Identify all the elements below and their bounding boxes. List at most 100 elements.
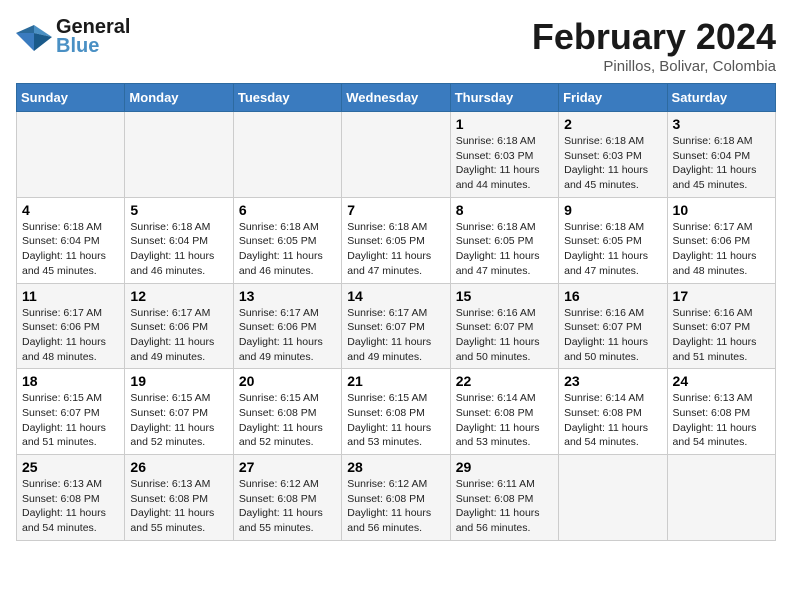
location: Pinillos, Bolivar, Colombia [532,58,776,75]
header-saturday: Saturday [667,84,775,112]
calendar-cell: 28 Sunrise: 6:12 AM Sunset: 6:08 PM Dayli… [342,455,450,541]
day-number: 26 [130,459,227,475]
calendar-cell [125,112,233,198]
calendar-cell [667,455,775,541]
day-info: Sunrise: 6:18 AM Sunset: 6:03 PM Dayligh… [456,134,553,193]
day-number: 22 [456,373,553,389]
header-sunday: Sunday [17,84,125,112]
month-year: February 2024 [532,16,776,58]
day-info: Sunrise: 6:12 AM Sunset: 6:08 PM Dayligh… [239,477,336,536]
day-info: Sunrise: 6:17 AM Sunset: 6:06 PM Dayligh… [22,306,119,365]
calendar-cell: 3 Sunrise: 6:18 AM Sunset: 6:04 PM Daylig… [667,112,775,198]
day-number: 24 [673,373,770,389]
day-number: 10 [673,202,770,218]
title-area: February 2024 Pinillos, Bolivar, Colombi… [532,16,776,75]
day-number: 16 [564,288,661,304]
calendar-cell: 23Sunrise: 6:14 AM Sunset: 6:08 PM Dayli… [559,369,667,455]
day-number: 9 [564,202,661,218]
day-info: Sunrise: 6:18 AM Sunset: 6:05 PM Dayligh… [456,220,553,279]
calendar-cell: 2 Sunrise: 6:18 AM Sunset: 6:03 PM Daylig… [559,112,667,198]
day-info: Sunrise: 6:11 AM Sunset: 6:08 PM Dayligh… [456,477,553,536]
calendar-week-3: 18 Sunrise: 6:15 AM Sunset: 6:07 PM Dayli… [17,369,776,455]
calendar-cell: 18Sunrise: 6:15 AM Sunset: 6:07 PM Dayli… [17,369,125,455]
day-info: Sunrise: 6:18 AM Sunset: 6:05 PM Dayligh… [347,220,444,279]
header-friday: Friday [559,84,667,112]
day-number: 11 [22,288,119,304]
calendar-cell: 15Sunrise: 6:16 AM Sunset: 6:07 PM Dayli… [450,283,558,369]
day-number: 25 [22,459,119,475]
day-number: 2 [564,116,661,132]
calendar-cell [559,455,667,541]
calendar-week-1: 4 Sunrise: 6:18 AM Sunset: 6:04 PM Daylig… [17,197,776,283]
day-number: 27 [239,459,336,475]
day-number: 7 [347,202,444,218]
day-number: 3 [673,116,770,132]
day-info: Sunrise: 6:18 AM Sunset: 6:04 PM Dayligh… [673,134,770,193]
calendar-cell: 16Sunrise: 6:16 AM Sunset: 6:07 PM Dayli… [559,283,667,369]
day-info: Sunrise: 6:17 AM Sunset: 6:06 PM Dayligh… [239,306,336,365]
calendar-cell: 14 Sunrise: 6:17 AM Sunset: 6:07 PM Dayli… [342,283,450,369]
day-number: 6 [239,202,336,218]
day-info: Sunrise: 6:18 AM Sunset: 6:05 PM Dayligh… [239,220,336,279]
calendar-cell: 17 Sunrise: 6:16 AM Sunset: 6:07 PM Dayli… [667,283,775,369]
calendar-week-2: 11 Sunrise: 6:17 AM Sunset: 6:06 PM Dayli… [17,283,776,369]
day-info: Sunrise: 6:12 AM Sunset: 6:08 PM Dayligh… [347,477,444,536]
day-number: 21 [347,373,444,389]
day-info: Sunrise: 6:13 AM Sunset: 6:08 PM Dayligh… [130,477,227,536]
calendar-cell: 13 Sunrise: 6:17 AM Sunset: 6:06 PM Dayli… [233,283,341,369]
day-info: Sunrise: 6:18 AM Sunset: 6:04 PM Dayligh… [22,220,119,279]
day-number: 18 [22,373,119,389]
day-info: Sunrise: 6:16 AM Sunset: 6:07 PM Dayligh… [673,306,770,365]
calendar-cell: 5 Sunrise: 6:18 AM Sunset: 6:04 PM Daylig… [125,197,233,283]
calendar-header-row: SundayMondayTuesdayWednesdayThursdayFrid… [17,84,776,112]
calendar-cell: 9 Sunrise: 6:18 AM Sunset: 6:05 PM Daylig… [559,197,667,283]
calendar-cell: 11 Sunrise: 6:17 AM Sunset: 6:06 PM Dayli… [17,283,125,369]
day-info: Sunrise: 6:17 AM Sunset: 6:07 PM Dayligh… [347,306,444,365]
day-info: Sunrise: 6:18 AM Sunset: 6:05 PM Dayligh… [564,220,661,279]
day-number: 1 [456,116,553,132]
calendar-week-0: 1 Sunrise: 6:18 AM Sunset: 6:03 PM Daylig… [17,112,776,198]
logo: General Blue [16,16,130,58]
header: General Blue February 2024 Pinillos, Bol… [16,16,776,75]
calendar-cell: 12Sunrise: 6:17 AM Sunset: 6:06 PM Dayli… [125,283,233,369]
day-info: Sunrise: 6:13 AM Sunset: 6:08 PM Dayligh… [22,477,119,536]
calendar-cell: 19 Sunrise: 6:15 AM Sunset: 6:07 PM Dayli… [125,369,233,455]
day-info: Sunrise: 6:14 AM Sunset: 6:08 PM Dayligh… [564,391,661,450]
day-number: 28 [347,459,444,475]
day-info: Sunrise: 6:16 AM Sunset: 6:07 PM Dayligh… [456,306,553,365]
logo-blue: Blue [56,35,99,58]
calendar-table: SundayMondayTuesdayWednesdayThursdayFrid… [16,83,776,541]
day-info: Sunrise: 6:15 AM Sunset: 6:07 PM Dayligh… [130,391,227,450]
day-number: 4 [22,202,119,218]
header-monday: Monday [125,84,233,112]
calendar-week-4: 25 Sunrise: 6:13 AM Sunset: 6:08 PM Dayli… [17,455,776,541]
calendar-cell: 27 Sunrise: 6:12 AM Sunset: 6:08 PM Dayli… [233,455,341,541]
calendar-cell [342,112,450,198]
calendar-cell: 24 Sunrise: 6:13 AM Sunset: 6:08 PM Dayli… [667,369,775,455]
day-number: 8 [456,202,553,218]
calendar-cell: 8 Sunrise: 6:18 AM Sunset: 6:05 PM Daylig… [450,197,558,283]
day-number: 13 [239,288,336,304]
day-info: Sunrise: 6:14 AM Sunset: 6:08 PM Dayligh… [456,391,553,450]
day-number: 17 [673,288,770,304]
day-info: Sunrise: 6:15 AM Sunset: 6:08 PM Dayligh… [347,391,444,450]
calendar-cell: 10Sunrise: 6:17 AM Sunset: 6:06 PM Dayli… [667,197,775,283]
day-number: 12 [130,288,227,304]
day-info: Sunrise: 6:13 AM Sunset: 6:08 PM Dayligh… [673,391,770,450]
calendar-cell [17,112,125,198]
day-number: 14 [347,288,444,304]
day-number: 5 [130,202,227,218]
day-info: Sunrise: 6:18 AM Sunset: 6:04 PM Dayligh… [130,220,227,279]
calendar-cell: 21 Sunrise: 6:15 AM Sunset: 6:08 PM Dayli… [342,369,450,455]
calendar-cell: 4 Sunrise: 6:18 AM Sunset: 6:04 PM Daylig… [17,197,125,283]
calendar-cell: 6 Sunrise: 6:18 AM Sunset: 6:05 PM Daylig… [233,197,341,283]
header-tuesday: Tuesday [233,84,341,112]
calendar-cell: 1 Sunrise: 6:18 AM Sunset: 6:03 PM Daylig… [450,112,558,198]
calendar-cell: 20Sunrise: 6:15 AM Sunset: 6:08 PM Dayli… [233,369,341,455]
day-number: 19 [130,373,227,389]
calendar-cell: 22 Sunrise: 6:14 AM Sunset: 6:08 PM Dayli… [450,369,558,455]
day-info: Sunrise: 6:18 AM Sunset: 6:03 PM Dayligh… [564,134,661,193]
calendar-cell: 25 Sunrise: 6:13 AM Sunset: 6:08 PM Dayli… [17,455,125,541]
calendar-cell: 26 Sunrise: 6:13 AM Sunset: 6:08 PM Dayli… [125,455,233,541]
logo-bird-icon [16,23,52,51]
